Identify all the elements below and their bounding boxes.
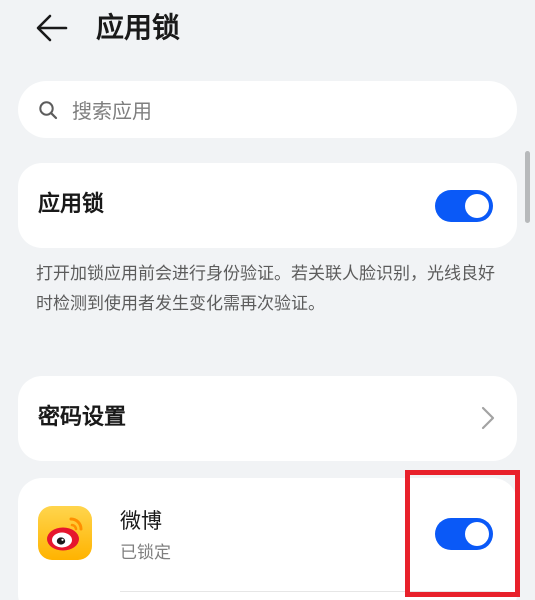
app-lock-toggle[interactable] — [435, 190, 493, 222]
app-lock-description: 打开加锁应用前会进行身份验证。若关联人脸识别，光线良好时检测到使用者发生变化需再… — [36, 264, 495, 314]
back-button[interactable] — [32, 8, 72, 48]
scrollbar[interactable] — [525, 151, 530, 223]
app-lock-card: 应用锁 — [18, 163, 517, 248]
weibo-lock-toggle[interactable] — [435, 518, 493, 550]
app-lock-label: 应用锁 — [38, 192, 105, 217]
toggle-knob — [465, 194, 489, 218]
app-name: 微博 — [120, 509, 162, 533]
app-list-card: 微博 已锁定 — [18, 478, 517, 600]
search-icon — [38, 99, 60, 121]
app-header: 应用锁 — [0, 0, 535, 56]
password-settings-label: 密码设置 — [38, 405, 127, 430]
search-input[interactable]: 搜索应用 — [18, 81, 517, 138]
divider — [120, 591, 500, 592]
chevron-right-icon — [481, 406, 495, 430]
search-placeholder: 搜索应用 — [72, 99, 152, 123]
arrow-left-icon — [36, 14, 68, 42]
page-title: 应用锁 — [96, 11, 181, 44]
toggle-knob — [465, 522, 489, 546]
app-lock-status: 已锁定 — [120, 543, 171, 563]
password-settings-item[interactable]: 密码设置 — [18, 376, 517, 461]
weibo-app-icon — [38, 506, 92, 560]
